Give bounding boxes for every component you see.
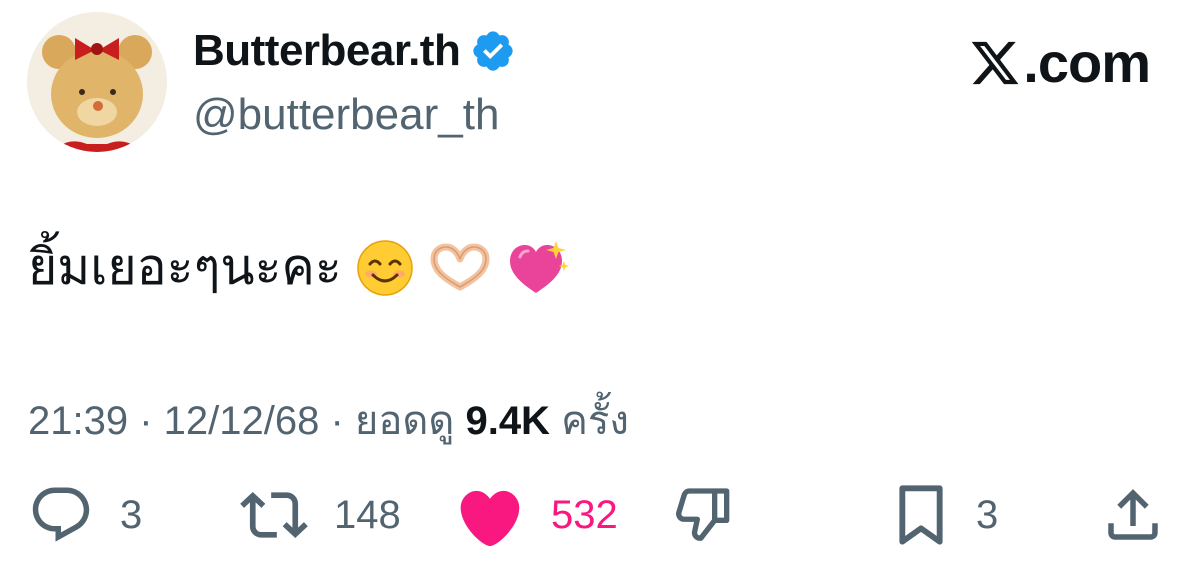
views-unit: ครั้ง bbox=[561, 399, 629, 443]
display-name-text[interactable]: Butterbear.th bbox=[193, 26, 461, 76]
tweet-text-body: ยิ้มเยอะๆนะคะ bbox=[28, 238, 342, 296]
reply-icon bbox=[32, 487, 90, 542]
reply-button[interactable]: 3 bbox=[28, 480, 142, 550]
bookmark-icon bbox=[899, 485, 943, 545]
thumbs-down-icon bbox=[676, 488, 730, 541]
share-button[interactable] bbox=[1100, 480, 1166, 550]
teddy-bear-avatar bbox=[27, 12, 167, 152]
brand-watermark: .com bbox=[969, 30, 1151, 95]
tweet-meta: 21:39 · 12/12/68 · ยอดดู 9.4K ครั้ง bbox=[28, 388, 629, 452]
brand-domain: .com bbox=[1023, 31, 1151, 94]
bookmark-count: 3 bbox=[976, 492, 999, 537]
avatar[interactable] bbox=[27, 12, 167, 152]
repost-icon bbox=[240, 491, 308, 539]
x-logo-icon bbox=[972, 41, 1019, 84]
tweet-text: ยิ้มเยอะๆนะคะ bbox=[28, 228, 570, 307]
tweet-date[interactable]: 12/12/68 bbox=[164, 399, 320, 443]
bookmark-button[interactable]: 3 bbox=[892, 480, 998, 550]
verified-badge-icon bbox=[473, 31, 513, 71]
reply-count: 3 bbox=[120, 492, 143, 537]
views-label: ยอดดู bbox=[354, 399, 455, 443]
like-count: 532 bbox=[551, 492, 618, 537]
like-button[interactable]: 532 bbox=[455, 480, 618, 550]
sparkling-heart-icon bbox=[509, 240, 569, 293]
heart-hands-icon bbox=[430, 243, 490, 290]
repost-button[interactable]: 148 bbox=[240, 480, 401, 550]
meta-separator: · bbox=[128, 399, 164, 443]
display-name[interactable]: Butterbear.th bbox=[193, 26, 516, 76]
repost-count: 148 bbox=[334, 492, 401, 537]
dislike-button[interactable] bbox=[672, 480, 736, 550]
heart-icon bbox=[460, 490, 520, 547]
views-count: 9.4K bbox=[465, 399, 550, 443]
smiling-face-icon bbox=[356, 239, 413, 296]
meta-separator: · bbox=[319, 399, 355, 443]
handle[interactable]: @butterbear_th bbox=[193, 90, 499, 140]
tweet-time[interactable]: 21:39 bbox=[28, 399, 128, 443]
action-bar: 3 148 532 3 bbox=[0, 480, 1200, 550]
share-icon bbox=[1108, 489, 1158, 540]
